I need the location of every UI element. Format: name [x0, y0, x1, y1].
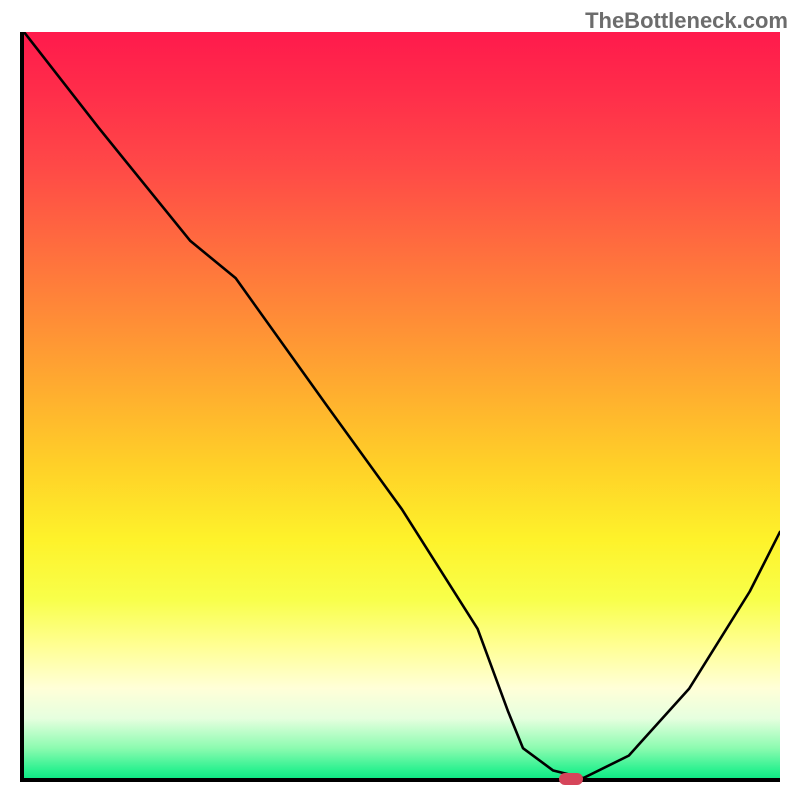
- optimal-point-marker: [559, 773, 583, 785]
- curve-path: [24, 32, 780, 778]
- chart-container: TheBottleneck.com: [0, 0, 800, 800]
- plot-area: [20, 32, 780, 782]
- watermark-text: TheBottleneck.com: [585, 8, 788, 34]
- bottleneck-curve: [24, 32, 780, 778]
